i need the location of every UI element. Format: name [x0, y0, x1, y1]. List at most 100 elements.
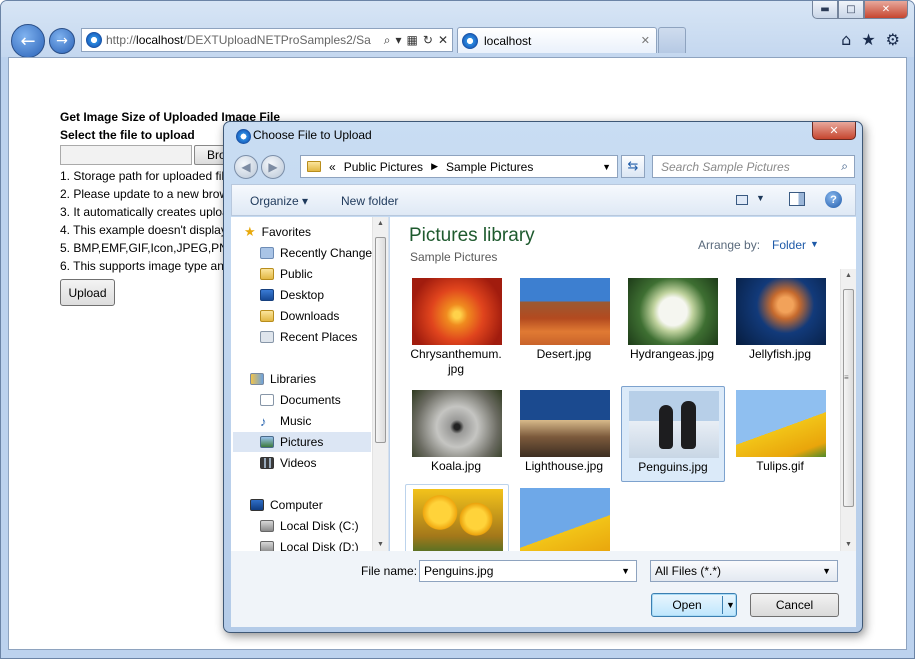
nav-computer[interactable]: Computer — [250, 495, 323, 515]
videos-icon — [260, 457, 274, 469]
dialog-footer: File name: Penguins.jpg ▼ All Files (*.*… — [231, 551, 856, 627]
file-name: Koala.jpg — [430, 459, 482, 473]
file-tile-partial[interactable] — [405, 484, 509, 551]
help-button[interactable]: ? — [825, 191, 842, 208]
file-tile-lighthouse[interactable]: Lighthouse.jpg — [513, 386, 617, 482]
nav-documents[interactable]: Documents — [260, 390, 341, 410]
favorites-icon[interactable]: ★ — [861, 30, 875, 49]
cancel-button[interactable]: Cancel — [750, 593, 839, 617]
maximize-button[interactable]: □ — [838, 1, 864, 19]
nav-public[interactable]: Public — [260, 264, 313, 284]
chevron-down-icon[interactable]: ▼ — [726, 600, 735, 610]
chevron-down-icon[interactable]: ▼ — [810, 239, 819, 249]
forward-button[interactable]: → — [49, 28, 75, 54]
search-icon[interactable]: ⌕ — [384, 33, 391, 48]
compat-icon[interactable]: ▦ — [407, 33, 418, 48]
file-tile-tulips[interactable]: Tulips.gif — [729, 386, 833, 482]
refresh-icon[interactable]: ↻ — [423, 33, 433, 48]
thumbnail — [520, 390, 610, 457]
search-icon[interactable]: ⌕ — [841, 159, 848, 174]
dialog-forward-button[interactable]: ▶ — [261, 155, 285, 179]
chevron-down-icon[interactable]: ▼ — [602, 162, 611, 172]
file-name-value: Penguins.jpg — [424, 564, 494, 578]
home-icon[interactable]: ⌂ — [841, 30, 851, 49]
breadcrumb-chevron[interactable]: « — [329, 160, 336, 174]
scroll-up-icon[interactable]: ▲ — [845, 272, 852, 279]
file-tile-koala[interactable]: Koala.jpg — [405, 386, 509, 482]
dialog-close-button[interactable]: ✕ — [812, 122, 856, 140]
address-host: localhost — [136, 33, 184, 47]
dialog-back-button[interactable]: ◀ — [234, 155, 258, 179]
ie-tab-icon — [462, 32, 478, 49]
file-tile-partial[interactable] — [513, 484, 617, 551]
file-tile-penguins[interactable]: Penguins.jpg — [621, 386, 725, 482]
nav-desktop[interactable]: Desktop — [260, 285, 324, 305]
nav-downloads[interactable]: Downloads — [260, 306, 339, 326]
thumbnail — [413, 489, 503, 551]
nav-recently-changed[interactable]: Recently Changed — [260, 243, 379, 263]
nav-local-disk-c[interactable]: Local Disk (C:) — [260, 516, 359, 536]
address-text[interactable]: http://localhost/DEXTUploadNETProSamples… — [106, 33, 380, 47]
file-type-select[interactable]: All Files (*.*) ▼ — [650, 560, 838, 582]
split-divider — [722, 596, 723, 614]
address-prefix: http:// — [106, 33, 137, 47]
computer-icon — [250, 499, 264, 511]
nav-label: Recent Places — [280, 330, 358, 344]
star-icon: ★ — [244, 224, 256, 239]
downloads-icon — [260, 310, 274, 322]
upload-button[interactable]: Upload — [60, 279, 115, 306]
back-button[interactable]: ← — [11, 24, 45, 58]
nav-local-disk-d[interactable]: Local Disk (D:) — [260, 537, 359, 551]
tools-icon[interactable]: ⚙ — [886, 30, 900, 49]
chevron-down-icon[interactable]: ▼ — [822, 566, 831, 576]
file-tile-jellyfish[interactable]: Jellyfish.jpg — [729, 274, 833, 370]
file-name-input[interactable]: Penguins.jpg ▼ — [419, 560, 637, 582]
arrange-by-dropdown[interactable]: Folder — [772, 238, 806, 252]
nav-label: Local Disk (D:) — [280, 540, 359, 551]
chevron-down-icon[interactable]: ▼ — [621, 566, 630, 576]
new-folder-button[interactable]: New folder — [341, 194, 398, 208]
file-tile-chrysanthemum[interactable]: Chrysanthemum. jpg — [405, 274, 509, 376]
address-bar[interactable]: http://localhost/DEXTUploadNETProSamples… — [81, 28, 453, 52]
nav-pictures[interactable]: Pictures — [233, 432, 371, 452]
minimize-button[interactable]: ▬ — [812, 1, 838, 19]
nav-libraries[interactable]: Libraries — [250, 369, 316, 389]
scroll-up-icon[interactable]: ▲ — [377, 220, 384, 227]
dropdown-icon[interactable]: ▾ — [396, 33, 402, 48]
preview-pane-button[interactable] — [789, 192, 805, 206]
breadcrumb-sample-pictures[interactable]: Sample Pictures — [446, 160, 533, 174]
nav-label: Pictures — [280, 435, 324, 449]
tab-close-icon[interactable]: ✕ — [641, 34, 650, 47]
nav-music[interactable]: ♪ Music — [260, 411, 311, 431]
breadcrumb-separator[interactable]: ▶ — [431, 161, 438, 172]
nav-videos[interactable]: Videos — [260, 453, 316, 473]
file-tile-desert[interactable]: Desert.jpg — [513, 274, 617, 370]
scroll-thumb[interactable] — [375, 237, 386, 443]
nav-recent-places[interactable]: Recent Places — [260, 327, 357, 347]
change-view-button[interactable]: ▼ — [734, 193, 768, 207]
breadcrumb-public-pictures[interactable]: Public Pictures — [344, 160, 423, 174]
scroll-down-icon[interactable]: ▼ — [377, 541, 384, 548]
nav-label: Public — [280, 267, 313, 281]
dialog-search-input[interactable]: Search Sample Pictures ⌕ — [652, 155, 855, 178]
stop-icon[interactable]: ✕ — [438, 33, 448, 48]
organize-button[interactable]: Organize ▾ — [250, 194, 308, 208]
address-icons: ⌕ ▾ ▦ ↻ ✕ — [380, 33, 452, 48]
nav-label: Favorites — [261, 225, 312, 239]
dialog-address-bar[interactable]: « Public Pictures ▶ Sample Pictures ▼ — [300, 155, 618, 178]
file-tile-hydrangeas[interactable]: Hydrangeas.jpg — [621, 274, 725, 370]
scroll-down-icon[interactable]: ▼ — [845, 541, 852, 548]
dialog-refresh-button[interactable]: ⇆ — [621, 155, 645, 178]
new-tab-button[interactable] — [658, 27, 686, 53]
music-icon: ♪ — [260, 413, 267, 429]
nav-scrollbar[interactable]: ▲ ▼ — [372, 217, 388, 551]
file-name: Lighthouse.jpg — [524, 459, 604, 473]
command-icons: ⌂ ★ ⚙ — [841, 30, 900, 49]
file-input[interactable] — [60, 145, 192, 165]
nav-favorites[interactable]: ★ Favorites — [244, 222, 311, 242]
scroll-thumb[interactable] — [843, 289, 854, 507]
open-button[interactable]: Open ▼ — [651, 593, 737, 617]
file-list-scrollbar[interactable]: ▲ ≡ ▼ — [840, 269, 856, 551]
close-button[interactable]: ✕ — [864, 1, 908, 19]
tab-localhost[interactable]: localhost ✕ — [457, 27, 657, 53]
